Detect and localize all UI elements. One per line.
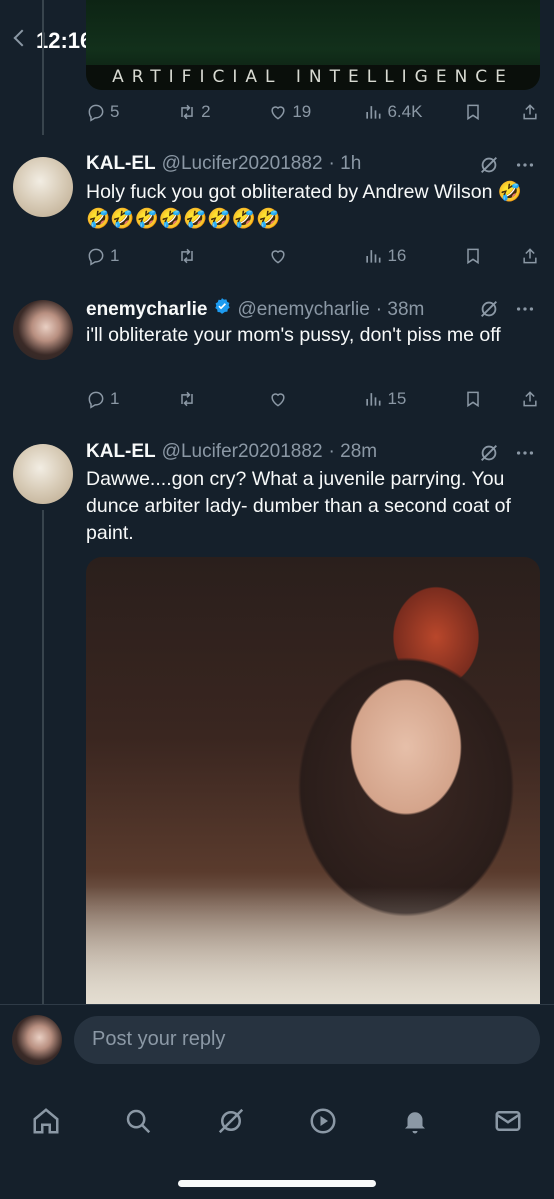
grok-icon[interactable] [478, 154, 500, 176]
nav-grok[interactable] [203, 1093, 259, 1149]
heart-icon [271, 393, 285, 407]
avatar[interactable] [13, 300, 73, 360]
reply-button[interactable]: 1 [86, 389, 177, 409]
tweet-text: Dawwe....gon cry? What a juvenile parryi… [86, 468, 511, 544]
reply-count: 1 [110, 389, 120, 408]
bookmark-button[interactable] [463, 246, 520, 266]
photo-glow [86, 887, 540, 1007]
retweet-count: 2 [201, 102, 211, 121]
views-count: 6.4K [387, 102, 423, 121]
like-button[interactable] [268, 389, 363, 409]
grok-icon[interactable] [478, 298, 500, 320]
share-button[interactable] [520, 102, 540, 122]
heart-icon [271, 106, 285, 120]
retweet-icon [181, 391, 193, 407]
share-button[interactable] [520, 246, 540, 266]
more-icon[interactable] [514, 154, 536, 176]
parent-action-bar: 5 2 19 6.4K [86, 100, 540, 124]
home-icon [33, 1108, 59, 1134]
tweet-text: i'll obliterate your mom's pussy, don't … [86, 324, 501, 346]
tweet-time: · 1h [328, 153, 362, 174]
tweet-photo[interactable] [86, 557, 540, 1007]
retweet-icon [181, 248, 193, 264]
reply-count: 1 [110, 246, 120, 265]
play-icon [310, 1108, 336, 1134]
retweet-button[interactable]: 2 [177, 102, 268, 122]
mail-icon [495, 1111, 521, 1131]
display-name[interactable]: KAL-EL [86, 441, 156, 463]
reply-button[interactable]: 1 [86, 246, 177, 266]
views-icon [366, 393, 381, 406]
views-icon [366, 250, 381, 263]
bookmark-icon [466, 248, 479, 265]
share-button[interactable] [520, 389, 540, 409]
like-count: 19 [292, 102, 312, 121]
reply-avatar [12, 1015, 62, 1065]
views-count: 16 [387, 246, 407, 265]
tweet-action-bar: 1 16 [86, 244, 540, 268]
search-icon [127, 1109, 151, 1134]
tweet-time: · 28m [328, 441, 378, 462]
nav-video[interactable] [295, 1093, 351, 1149]
reply-icon [88, 104, 104, 122]
display-name[interactable]: KAL-EL [86, 153, 156, 175]
share-icon [523, 391, 537, 407]
retweet-icon [181, 104, 193, 120]
like-button[interactable]: 19 [268, 102, 363, 122]
retweet-button[interactable] [177, 389, 268, 409]
display-name[interactable]: enemycharlie [86, 299, 207, 321]
bell-icon [405, 1112, 426, 1134]
reply-count: 5 [110, 102, 120, 121]
parent-tweet-media[interactable]: ARTIFICIAL INTELLIGENCE [86, 0, 540, 90]
tweet-time: · 38m [375, 299, 425, 320]
tweet-action-bar: 1 15 [86, 387, 540, 411]
nav-messages[interactable] [480, 1093, 536, 1149]
back-chevron-icon[interactable] [13, 29, 31, 47]
tweet-tools [478, 154, 536, 176]
user-handle[interactable]: @Lucifer20201882 [162, 153, 323, 175]
thread-line [42, 0, 44, 135]
tweet-tools [478, 442, 536, 464]
views-count: 15 [387, 389, 407, 408]
reply-icon [88, 248, 104, 266]
views-button[interactable]: 16 [363, 246, 462, 266]
tweet-text: Holy fuck you got obliterated by Andrew … [86, 181, 523, 230]
reply-input[interactable]: Post your reply [74, 1016, 540, 1064]
share-icon [523, 104, 537, 120]
banner-caption: ARTIFICIAL INTELLIGENCE [86, 65, 540, 90]
user-handle[interactable]: @Lucifer20201882 [162, 441, 323, 463]
bookmark-icon [466, 391, 479, 408]
share-icon [523, 248, 537, 264]
reply-button[interactable]: 5 [86, 102, 177, 122]
heart-icon [271, 250, 285, 264]
more-icon[interactable] [514, 298, 536, 320]
grok-icon[interactable] [478, 442, 500, 464]
status-time: 12:16 [36, 28, 93, 53]
avatar[interactable] [13, 444, 73, 504]
thread-line [42, 510, 44, 1005]
nav-home[interactable] [18, 1093, 74, 1149]
grok-icon [218, 1108, 243, 1134]
more-icon[interactable] [514, 442, 536, 464]
avatar[interactable] [13, 157, 73, 217]
tweet-header: enemycharlie @enemycharlie · 38m [86, 297, 424, 321]
reply-icon [88, 391, 104, 409]
bookmark-button[interactable] [463, 102, 520, 122]
user-handle[interactable]: @enemycharlie [237, 299, 369, 321]
tweet-tools [478, 298, 536, 320]
views-button[interactable]: 15 [363, 389, 462, 409]
views-button[interactable]: 6.4K [363, 102, 462, 122]
retweet-button[interactable] [177, 246, 268, 266]
nav-notifications[interactable] [387, 1093, 443, 1149]
bookmark-icon [466, 104, 479, 121]
like-button[interactable] [268, 246, 363, 266]
verified-badge-icon [215, 298, 231, 314]
home-indicator [178, 1180, 376, 1187]
tweet-header: KAL-EL @Lucifer20201882 · 28m [86, 441, 377, 463]
tweet-header: KAL-EL @Lucifer20201882 · 1h [86, 153, 361, 175]
bookmark-button[interactable] [463, 389, 520, 409]
nav-search[interactable] [110, 1093, 166, 1149]
views-icon [366, 106, 381, 119]
